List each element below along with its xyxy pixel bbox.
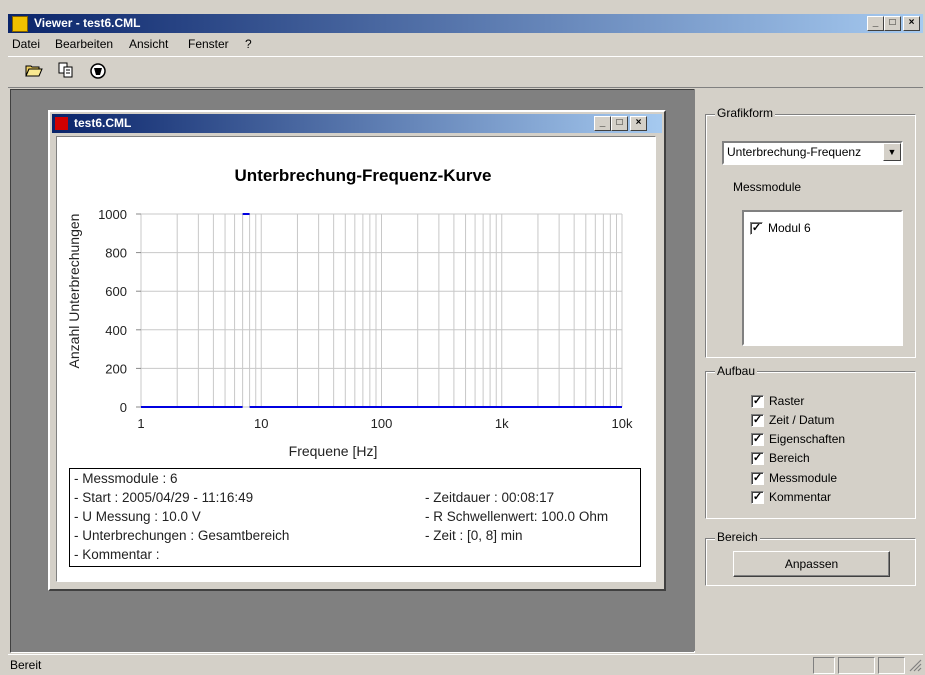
- y-tick-label: 0: [120, 400, 127, 415]
- x-tick-label: 10: [254, 416, 268, 431]
- chart-ylabel: Anzahl Unterbrechungen: [66, 214, 82, 369]
- child-window: test6.CML _ □ × 0 200 400 600 800 1000 1 10 100 1…: [48, 110, 666, 591]
- app-title-bar[interactable]: Viewer - test6.CML _ □ ×: [8, 14, 923, 33]
- aufbau-raster[interactable]: ✓ Raster: [751, 394, 805, 409]
- menu-help[interactable]: ?: [245, 37, 252, 51]
- x-tick-label: 1: [137, 416, 144, 431]
- module-listbox[interactable]: ✓ Modul 6: [742, 210, 903, 346]
- menu-bearbeiten[interactable]: Bearbeiten: [55, 37, 113, 51]
- y-tick-label: 800: [105, 246, 127, 261]
- minimize-button[interactable]: _: [867, 16, 884, 31]
- checkbox-checked-icon[interactable]: ✓: [750, 222, 763, 236]
- maximize-button[interactable]: □: [884, 16, 901, 31]
- chart-area: 0 200 400 600 800 1000 1 10 100 1k 10k Unterbrechu…: [56, 136, 656, 582]
- copy-icon[interactable]: [56, 62, 76, 82]
- print-icon[interactable]: [88, 62, 108, 82]
- x-tick-label: 100: [371, 416, 393, 431]
- menu-datei[interactable]: Datei: [12, 37, 40, 51]
- y-tick-label: 400: [105, 323, 127, 338]
- info-zeit: - Zeit : [0, 8] min: [425, 528, 523, 543]
- aufbau-raster-label: Raster: [769, 394, 805, 408]
- child-maximize-button[interactable]: □: [611, 116, 628, 131]
- aufbau-messmodule-label: Messmodule: [769, 471, 838, 485]
- aufbau-eigenschaften-label: Eigenschaften: [769, 432, 846, 446]
- status-pane-3: [878, 657, 905, 674]
- info-schwellenwert: - R Schwellenwert: 100.0 Ohm: [425, 509, 609, 524]
- info-start: - Start : 2005/04/29 - 11:16:49: [74, 490, 254, 505]
- grafikform-select[interactable]: Unterbrechung-Frequenz ▼: [722, 141, 903, 165]
- checkbox-checked-icon[interactable]: ✓: [751, 414, 764, 428]
- app-title: Viewer - test6.CML: [34, 16, 141, 30]
- chart-grid: [140, 213, 623, 408]
- info-u-messung: - U Messung : 10.0 V: [74, 509, 201, 524]
- messmodule-label: Messmodule: [733, 180, 802, 194]
- aufbau-zeit-datum[interactable]: ✓ Zeit / Datum: [751, 413, 835, 428]
- close-button[interactable]: ×: [903, 16, 920, 31]
- aufbau-bereich-label: Bereich: [769, 451, 810, 465]
- menu-ansicht[interactable]: Ansicht: [129, 37, 168, 51]
- checkbox-checked-icon[interactable]: ✓: [751, 472, 764, 486]
- status-pane-1: [813, 657, 835, 674]
- module-label: Modul 6: [768, 221, 811, 235]
- status-text: Bereit: [10, 658, 42, 672]
- grafikform-value: Unterbrechung-Frequenz: [727, 145, 862, 159]
- info-zeitdauer: - Zeitdauer : 00:08:17: [425, 490, 555, 505]
- info-kommentar: - Kommentar :: [74, 547, 160, 562]
- child-window-icon: [55, 117, 68, 130]
- aufbau-label: Aufbau: [715, 364, 758, 378]
- x-tick-label: 10k: [612, 416, 633, 431]
- checkbox-checked-icon[interactable]: ✓: [751, 433, 764, 447]
- y-tick-label: 200: [105, 361, 127, 376]
- open-folder-icon[interactable]: [24, 62, 44, 82]
- grafikform-label: Grafikform: [715, 106, 776, 120]
- menu-bar: Datei Bearbeiten Ansicht Fenster ?: [8, 34, 923, 53]
- aufbau-kommentar[interactable]: ✓ Kommentar: [751, 490, 832, 505]
- info-unterbrechungen: - Unterbrechungen : Gesamtbereich: [74, 528, 290, 543]
- aufbau-eigenschaften[interactable]: ✓ Eigenschaften: [751, 432, 846, 447]
- x-tick-label: 1k: [495, 416, 509, 431]
- toolbar: [8, 56, 923, 88]
- menu-fenster[interactable]: Fenster: [188, 37, 229, 51]
- y-tick-label: 1000: [98, 207, 127, 222]
- child-minimize-button[interactable]: _: [594, 116, 611, 131]
- status-pane-2: [838, 657, 875, 674]
- module-item-6[interactable]: ✓ Modul 6: [750, 221, 811, 236]
- app-icon: [12, 16, 28, 32]
- chevron-down-icon[interactable]: ▼: [883, 143, 901, 161]
- checkbox-checked-icon[interactable]: ✓: [751, 395, 764, 409]
- child-close-button[interactable]: ×: [630, 116, 647, 131]
- aufbau-messmodule[interactable]: ✓ Messmodule: [751, 471, 838, 486]
- status-bar: Bereit: [8, 654, 923, 674]
- aufbau-kommentar-label: Kommentar: [769, 490, 832, 504]
- y-tick-label: 600: [105, 284, 127, 299]
- checkbox-checked-icon[interactable]: ✓: [751, 452, 764, 466]
- chart-ticks: 0 200 400 600 800 1000 1 10 100 1k 10k: [98, 207, 633, 431]
- checkbox-checked-icon[interactable]: ✓: [751, 491, 764, 505]
- resize-grip-icon[interactable]: [908, 658, 922, 672]
- child-title: test6.CML: [74, 116, 132, 130]
- info-messmodule: - Messmodule : 6: [74, 471, 178, 486]
- aufbau-zeit-datum-label: Zeit / Datum: [769, 413, 835, 427]
- info-box: - Messmodule : 6 - Start : 2005/04/29 - …: [69, 468, 641, 567]
- chart-title: Unterbrechung-Frequenz-Kurve: [235, 166, 492, 185]
- bereich-label: Bereich: [715, 530, 760, 544]
- chart-xlabel: Frequene [Hz]: [289, 443, 378, 459]
- child-title-bar[interactable]: test6.CML _ □ ×: [52, 114, 662, 133]
- anpassen-button[interactable]: Anpassen: [733, 551, 890, 577]
- aufbau-bereich[interactable]: ✓ Bereich: [751, 451, 810, 466]
